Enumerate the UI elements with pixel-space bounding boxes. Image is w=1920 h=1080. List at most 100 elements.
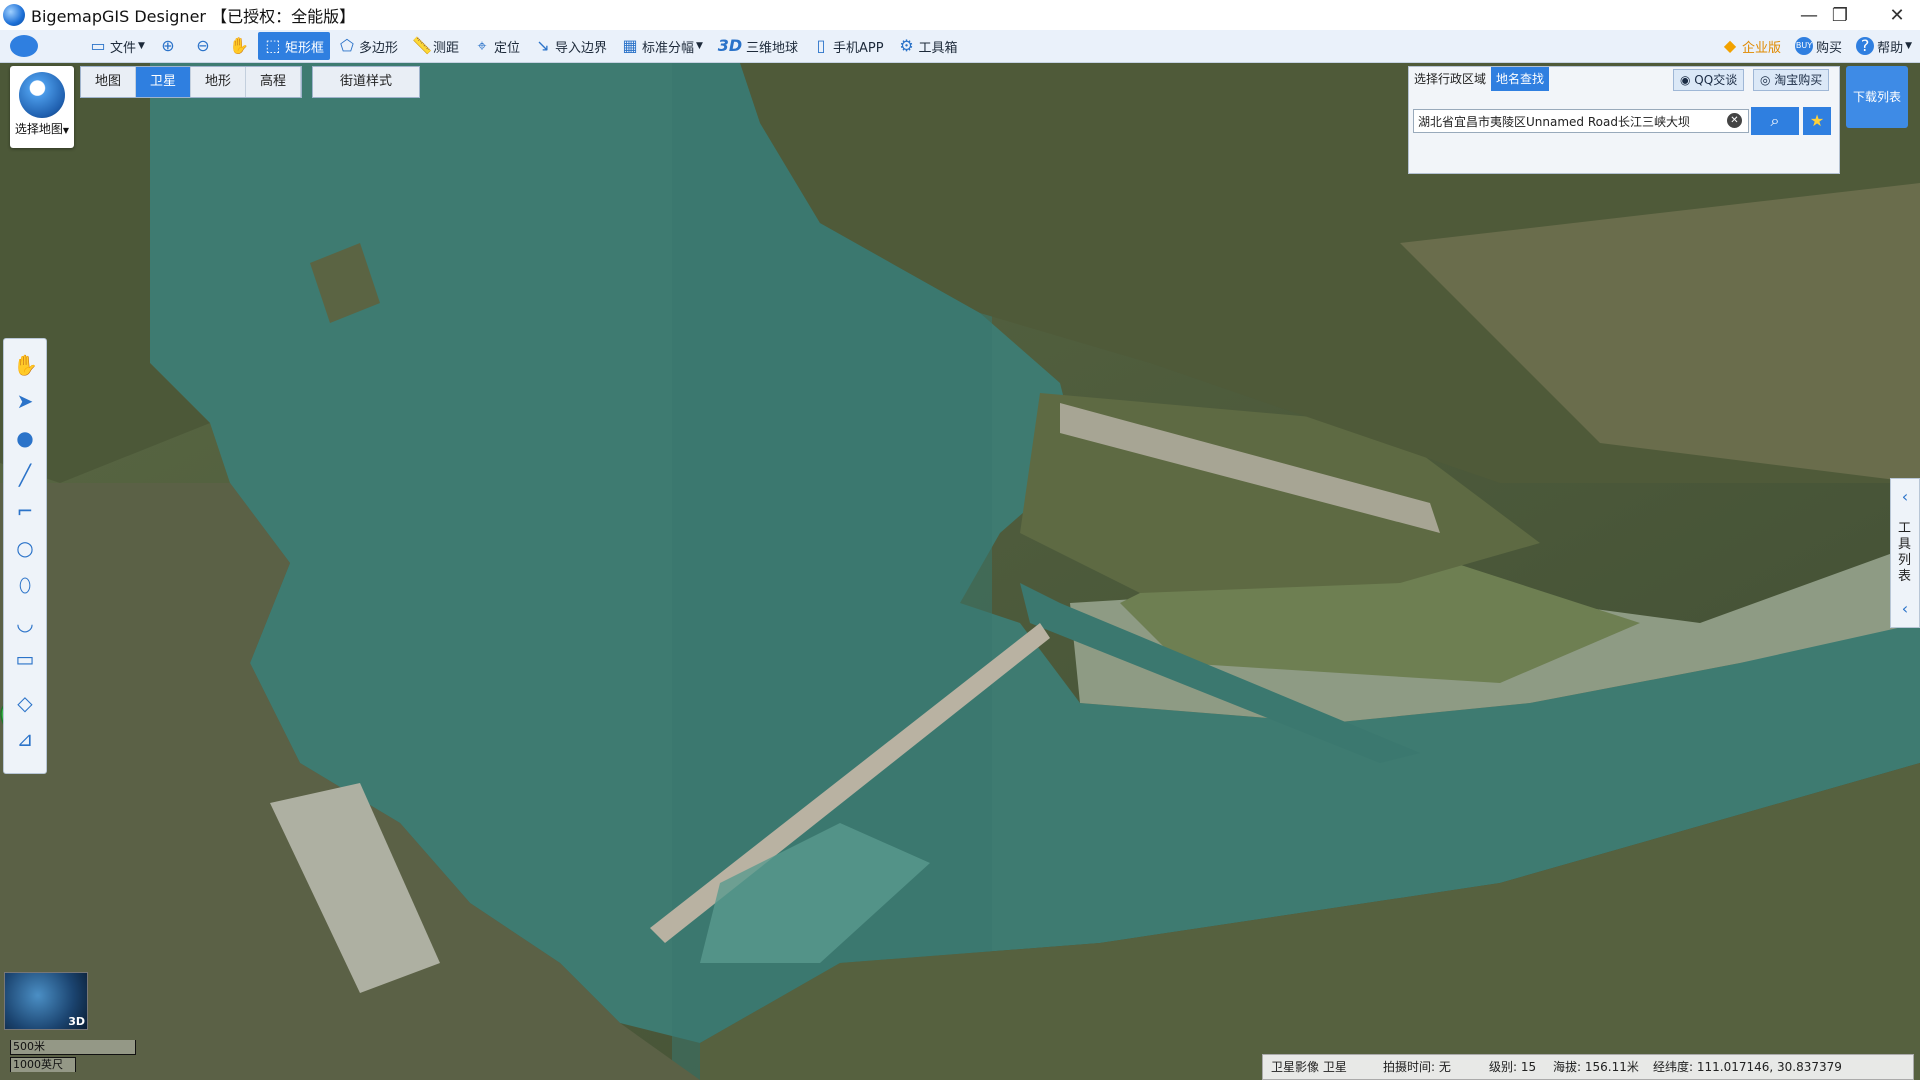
- close-button[interactable]: ✕: [1874, 0, 1920, 30]
- qq-chat-label: QQ交谈: [1694, 73, 1738, 87]
- enterprise-label: 企业版: [1742, 40, 1782, 56]
- tab-place-search[interactable]: 地名查找: [1491, 67, 1550, 91]
- place-search-input[interactable]: 湖北省宜昌市夷陵区Unnamed Road长江三峡大坝: [1413, 109, 1749, 133]
- tab-map[interactable]: 地图: [81, 67, 136, 97]
- help-label: 帮助: [1877, 40, 1904, 56]
- tab-terrain[interactable]: 地形: [191, 67, 246, 97]
- scale-bar: 500米 1000英尺: [10, 1040, 136, 1074]
- gear-icon: ⚙: [899, 36, 914, 55]
- minimap-3d-badge: 3D: [68, 1015, 85, 1028]
- status-shot-time: 拍摄时间: 无: [1383, 1060, 1451, 1074]
- import-boundary-button[interactable]: ↘ 导入边界: [528, 32, 613, 60]
- app-menu-button[interactable]: [0, 32, 51, 60]
- curve-icon[interactable]: ◡: [13, 611, 37, 635]
- map-type-label: 选择地图: [14, 122, 63, 136]
- globe-icon: [19, 72, 65, 118]
- restore-button[interactable]: ❐: [1806, 0, 1874, 30]
- zoom-in-icon: ⊕: [161, 36, 175, 55]
- map-canvas[interactable]: [0, 63, 1920, 1080]
- status-coords: 经纬度: 111.017146, 30.837379: [1653, 1060, 1842, 1074]
- 3d-globe-label: 三维地球: [745, 40, 798, 56]
- chevron-left-icon: ‹: [1901, 599, 1909, 618]
- zoom-out-icon: ⊖: [196, 36, 210, 55]
- folder-icon: ▭: [90, 36, 106, 55]
- rectangle-select-button[interactable]: ⬚ 矩形框: [257, 32, 330, 60]
- status-bar: 卫星影像 卫星 拍摄时间: 无 级别: 15 海拔: 156.11米 经纬度: …: [1262, 1054, 1914, 1080]
- tab-admin-region[interactable]: 选择行政区域: [1409, 67, 1491, 91]
- ellipse-icon[interactable]: ⬯: [13, 573, 37, 597]
- grid-icon: ▦: [622, 36, 638, 55]
- taobao-buy-label: 淘宝购买: [1774, 73, 1823, 87]
- import-boundary-icon: ↘: [536, 36, 550, 55]
- location-pin-icon: ⌖: [477, 36, 487, 55]
- tab-elevation[interactable]: 高程: [246, 67, 301, 97]
- rectangle-select-icon: ⬚: [265, 36, 281, 55]
- clear-icon[interactable]: ✕: [1727, 113, 1742, 128]
- rectangle-select-label: 矩形框: [284, 40, 324, 56]
- standard-grid-label: 标准分幅: [642, 40, 695, 56]
- help-button[interactable]: ? 帮助 ▼: [1850, 32, 1918, 60]
- status-source: 卫星影像 卫星: [1271, 1060, 1347, 1074]
- phone-app-button[interactable]: ▯ 手机APP: [806, 32, 890, 60]
- locate-button[interactable]: ⌖ 定位: [467, 32, 526, 60]
- window-title: BigemapGIS Designer 【已授权：全能版】: [31, 7, 356, 26]
- qq-chat-button[interactable]: ◉ QQ交谈: [1673, 69, 1745, 91]
- enterprise-button[interactable]: ◆ 企业版: [1715, 32, 1787, 60]
- zoom-in-button[interactable]: ⊕: [153, 32, 186, 60]
- rectangle-icon[interactable]: ▭: [13, 647, 37, 671]
- search-panel: 选择行政区域 地名查找 ◉ QQ交谈 ◎ 淘宝购买 湖北省宜昌市夷陵区Unnam…: [1408, 66, 1840, 174]
- title-bar: BigemapGIS Designer 【已授权：全能版】 — ❐ ✕: [0, 0, 1920, 30]
- pointer-icon[interactable]: ➤: [13, 389, 37, 413]
- map-type-selector[interactable]: 选择地图▼: [10, 66, 74, 148]
- app-menu-icon: [10, 35, 38, 57]
- qq-icon: ◉: [1680, 73, 1695, 87]
- pan-button[interactable]: ✋: [223, 32, 256, 60]
- tab-satellite[interactable]: 卫星: [136, 67, 191, 97]
- download-list-button[interactable]: 下载列表: [1846, 66, 1908, 128]
- toolbar-right: ◆ 企业版 BUY 购买 ? 帮助 ▼: [1715, 30, 1920, 62]
- measure-distance-label: 测距: [432, 40, 459, 56]
- star-icon: ★: [1809, 111, 1825, 130]
- 3d-globe-icon: 3D: [717, 36, 743, 55]
- polygon-select-button[interactable]: ⬠ 多边形: [332, 32, 404, 60]
- file-menu-button[interactable]: ▭ 文件 ▼: [83, 32, 151, 60]
- ruler-icon: 📏: [411, 36, 432, 55]
- buy-icon: BUY: [1795, 37, 1814, 55]
- tool-list-label: 工具列表: [1898, 521, 1912, 584]
- buy-label: 购买: [1816, 40, 1843, 56]
- toolbox-button[interactable]: ⚙ 工具箱: [892, 32, 964, 60]
- taobao-buy-button[interactable]: ◎ 淘宝购买: [1753, 69, 1830, 91]
- phone-icon: ▯: [816, 36, 826, 55]
- area-measure-icon[interactable]: ⊿: [13, 727, 37, 751]
- buy-button[interactable]: BUY 购买: [1789, 32, 1848, 60]
- measure-distance-button[interactable]: 📏 测距: [406, 32, 465, 60]
- zoom-out-button[interactable]: ⊖: [188, 32, 221, 60]
- search-icon: ⌕: [1770, 111, 1780, 130]
- polygon-select-label: 多边形: [358, 40, 398, 56]
- polyline-icon[interactable]: ⌐: [13, 499, 37, 523]
- measure-icon[interactable]: ◇: [13, 691, 37, 715]
- help-icon: ?: [1856, 37, 1875, 55]
- circle-icon[interactable]: ○: [13, 536, 37, 560]
- chevron-left-icon: ‹: [1901, 487, 1909, 506]
- street-style-button[interactable]: 街道样式: [312, 66, 420, 98]
- standard-grid-button[interactable]: ▦ 标准分幅 ▼: [615, 32, 709, 60]
- hand-tool-icon[interactable]: ✋: [13, 353, 38, 377]
- search-button[interactable]: ⌕: [1751, 107, 1799, 135]
- scale-imperial: 1000英尺: [10, 1057, 76, 1072]
- status-altitude: 海拔: 156.11米: [1553, 1060, 1639, 1074]
- file-menu-label: 文件: [110, 40, 137, 56]
- satellite-imagery: [0, 63, 1920, 1080]
- toolbox-label: 工具箱: [918, 40, 958, 56]
- 3d-globe-button[interactable]: 3D 三维地球: [711, 32, 804, 60]
- scale-metric: 500米: [10, 1040, 136, 1055]
- line-icon[interactable]: ╱: [13, 463, 37, 487]
- status-level: 级别: 15: [1489, 1060, 1537, 1074]
- app-logo-icon: [3, 4, 25, 26]
- minimap-globe[interactable]: 3D: [4, 972, 88, 1030]
- diamond-icon: ◆: [1723, 36, 1737, 55]
- tool-list-panel-toggle[interactable]: ‹ 工具列表 ‹: [1890, 478, 1920, 628]
- favorite-button[interactable]: ★: [1803, 107, 1831, 135]
- marker-icon[interactable]: ●: [13, 426, 37, 450]
- polygon-select-icon: ⬠: [340, 36, 354, 55]
